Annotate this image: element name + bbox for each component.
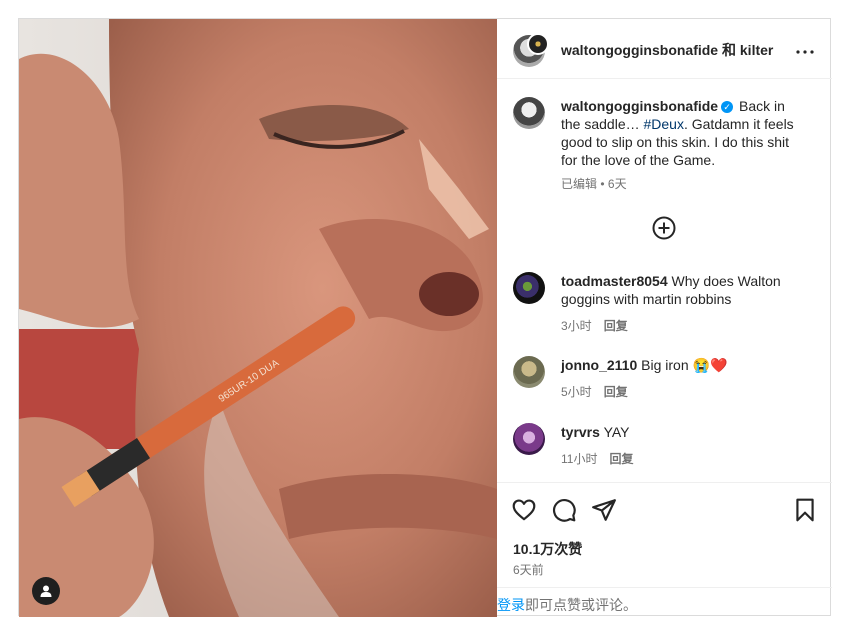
comment-username[interactable]: toadmaster8054 [561,273,668,289]
likes-count[interactable]: 10.1万次赞 [513,539,582,559]
post-date[interactable]: 6天前 [513,561,544,578]
post-photo[interactable]: 965UR-10 DUA [19,19,497,617]
reply-button[interactable]: 回复 [609,452,633,466]
login-link[interactable]: 登录 [497,597,525,613]
comment-username[interactable]: tyrvrs [561,424,600,440]
comment-body: tyrvrs YAY 11小时 回复 [561,423,807,468]
comment-text: YAY [603,424,630,440]
comment-time[interactable]: 3小时 [561,319,592,333]
actions-section: 10.1万次赞 6天前 登录即可点赞或评论。 [497,482,832,617]
comment-username[interactable]: jonno_2110 [561,357,637,373]
comment-meta: 11小时 回复 [561,450,807,468]
login-prompt: 登录即可点赞或评论。 [497,587,832,618]
caption-avatar[interactable] [513,97,545,129]
more-horizontal-icon [796,50,814,54]
meta-separator: • [597,177,608,191]
reply-button[interactable]: 回复 [604,385,628,399]
verified-badge-icon: ✓ [721,101,734,113]
edited-label: 已编辑 [561,177,598,191]
header-names: waltongogginsbonafide 和 kilter [561,40,773,60]
post-side-panel: waltongogginsbonafide 和 kilter waltongog… [497,19,832,617]
caption-username[interactable]: waltongogginsbonafide [561,98,718,114]
caption-meta: 已编辑 • 6天 [561,175,807,193]
share-icon[interactable] [591,497,617,523]
post-header: waltongogginsbonafide 和 kilter [497,19,832,79]
post-card: 965UR-10 DUA waltongogginsbonafide 和 kil… [18,18,832,617]
tagged-users-button[interactable] [32,577,60,605]
hashtag-link[interactable]: #Deux [644,116,684,132]
photo-illustration: 965UR-10 DUA [19,19,497,617]
bookmark-icon[interactable] [792,497,818,523]
login-prompt-text: 即可点赞或评论。 [525,597,637,613]
comment-icon[interactable] [551,497,577,523]
load-more-comments-icon[interactable] [652,216,676,240]
header-and: 和 [722,42,736,58]
comment-meta: 3小时 回复 [561,317,807,335]
comment-time[interactable]: 5小时 [561,385,592,399]
comment-avatar[interactable] [513,356,545,388]
caption-text: waltongogginsbonafide ✓ Back in the saddl… [561,97,807,193]
caption-time[interactable]: 6天 [608,177,627,191]
comment-avatar[interactable] [513,272,545,304]
comment-body: toadmaster8054 Why does Walton goggins w… [561,272,807,335]
comment-avatar[interactable] [513,423,545,455]
comment-text: Big iron 😭❤️ [641,357,728,373]
reply-button[interactable]: 回复 [604,319,628,333]
header-username[interactable]: waltongogginsbonafide [561,42,718,58]
heart-icon[interactable] [511,497,537,523]
header-collaborator[interactable]: kilter [740,42,773,58]
comment-body: jonno_2110 Big iron 😭❤️ 5小时 回复 [561,356,807,401]
comment-meta: 5小时 回复 [561,383,807,401]
more-options-button[interactable] [796,39,814,57]
comment-time[interactable]: 11小时 [561,452,597,466]
user-icon [40,585,52,597]
collaborator-avatar[interactable] [527,33,549,55]
